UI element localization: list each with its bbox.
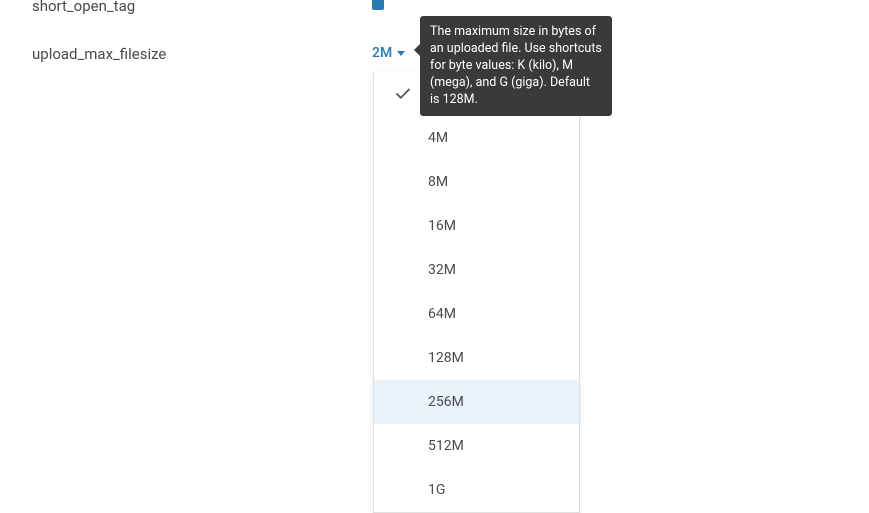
setting-row-upload-max-filesize: upload_max_filesize (32, 45, 166, 63)
dropdown-option-1g[interactable]: 1G (374, 468, 579, 512)
dropdown-option-64m[interactable]: 64M (374, 292, 579, 336)
check-icon (394, 85, 412, 103)
dropdown-option-label: 8M (428, 174, 448, 190)
dropdown-option-label: 32M (428, 262, 456, 278)
setting-label-upload-max-filesize: upload_max_filesize (32, 45, 166, 63)
tooltip-upload-max-filesize: The maximum size in bytes of an uploaded… (420, 16, 612, 116)
dropdown-option-16m[interactable]: 16M (374, 204, 579, 248)
dropdown-option-label: 128M (428, 350, 464, 366)
dropdown-option-label: 64M (428, 306, 456, 322)
dropdown-option-label: 16M (428, 218, 456, 234)
toggle-short-open-tag[interactable] (372, 0, 384, 10)
dropdown-option-32m[interactable]: 32M (374, 248, 579, 292)
dropdown-trigger-upload-max-filesize[interactable]: 2M (372, 45, 405, 61)
caret-down-icon (397, 51, 405, 56)
setting-row-short-open-tag: short_open_tag (32, 0, 135, 15)
tooltip-text: The maximum size in bytes of an uploaded… (430, 24, 602, 107)
dropdown-option-8m[interactable]: 8M (374, 160, 579, 204)
dropdown-option-4m[interactable]: 4M (374, 116, 579, 160)
dropdown-option-256m[interactable]: 256M (374, 380, 579, 424)
dropdown-option-label: 4M (428, 130, 448, 146)
setting-label-short-open-tag: short_open_tag (32, 0, 135, 15)
dropdown-upload-max-filesize: 2M4M8M16M32M64M128M256M512M1G (373, 72, 580, 513)
dropdown-option-128m[interactable]: 128M (374, 336, 579, 380)
dropdown-option-label: 256M (428, 394, 464, 410)
dropdown-option-label: 1G (428, 482, 445, 498)
dropdown-option-512m[interactable]: 512M (374, 424, 579, 468)
current-value-upload-max-filesize: 2M (372, 45, 392, 61)
dropdown-option-label: 512M (428, 438, 464, 454)
